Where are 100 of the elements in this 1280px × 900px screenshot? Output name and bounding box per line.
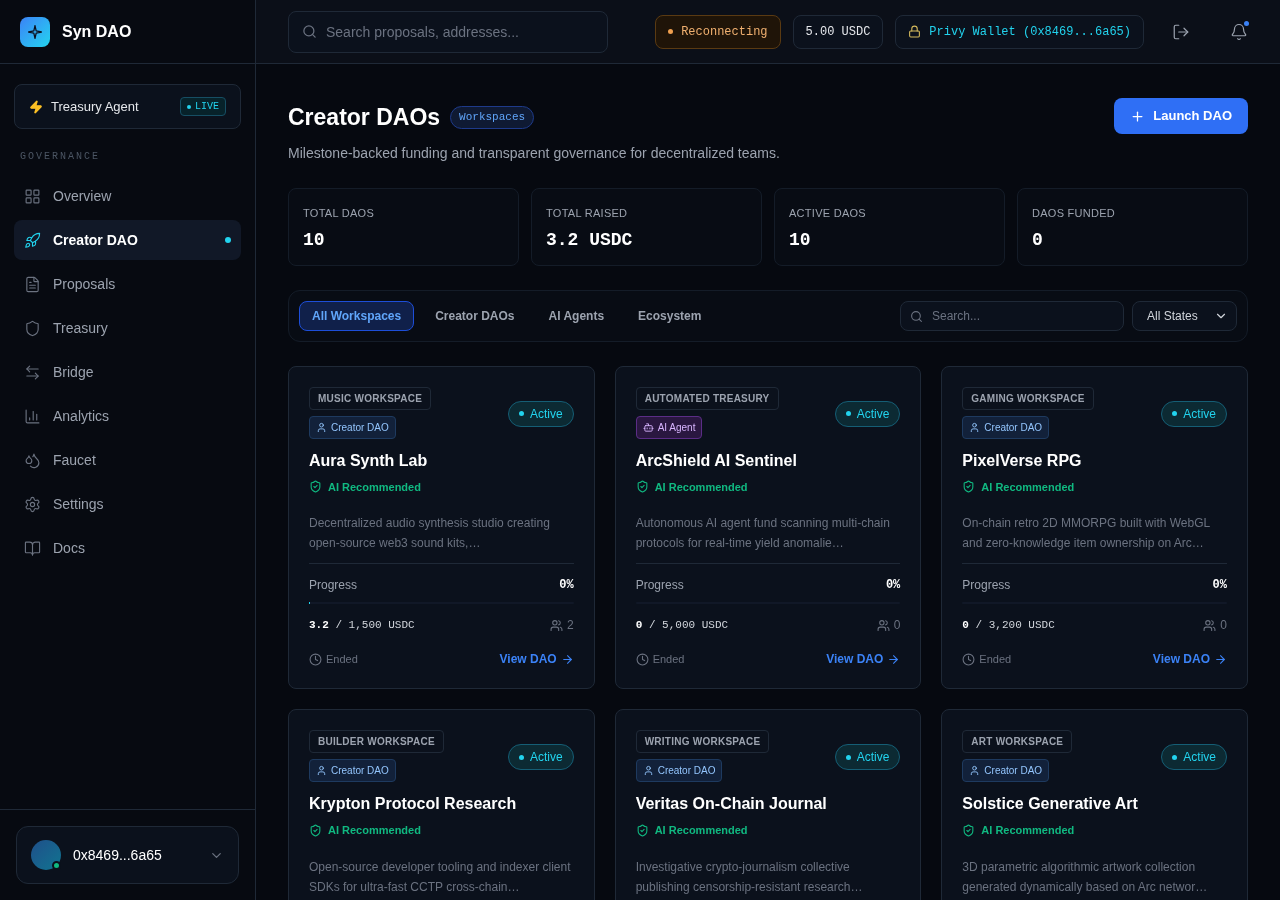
- sidebar-item[interactable]: Faucet: [14, 440, 241, 480]
- shield-check-icon: [635, 480, 649, 494]
- stat-value: 0: [1032, 229, 1044, 252]
- type-badge: Creator DAO: [962, 759, 1050, 782]
- document-icon: [24, 275, 41, 293]
- connection-status: Reconnecting: [655, 14, 781, 49]
- type-badge: Creator DAO: [635, 759, 723, 782]
- goal-amount: / 1,500 USDC: [335, 618, 415, 631]
- members-icon: [1203, 618, 1217, 632]
- recommended-label: AI Recommended: [981, 479, 1075, 495]
- raised-amount: 0: [635, 618, 643, 631]
- book-icon: [24, 539, 41, 557]
- brand-name: Syn DAO: [62, 21, 132, 42]
- stat-value: 3.2 USDC: [546, 229, 634, 252]
- status-badge: Active: [1161, 400, 1227, 427]
- droplets-icon: [24, 451, 41, 469]
- card-description: On-chain retro 2D MMORPG built with WebGL and zero-knowledge item ownership on Arc…: [962, 515, 1211, 552]
- type-badge: Creator DAO: [309, 415, 396, 439]
- sidebar-item[interactable]: Creator DAO: [14, 220, 241, 260]
- stat-label: TOTAL RAISED: [546, 205, 629, 221]
- goal-amount: / 5,000 USDC: [648, 618, 729, 631]
- person-icon: [969, 765, 981, 776]
- filter-tab[interactable]: Creator DAOs: [422, 300, 528, 331]
- wallet-button[interactable]: Privy Wallet (0x8469...6a65): [895, 14, 1144, 49]
- lock-icon: [908, 25, 922, 38]
- shield-check-icon: [962, 480, 976, 494]
- progress-label: Progress: [635, 577, 684, 594]
- account-switcher[interactable]: 0x8469...6a65: [16, 826, 239, 884]
- stat-value: 10: [789, 229, 812, 252]
- clock-icon: [635, 652, 649, 666]
- section-label: GOVERNANCE: [19, 150, 101, 164]
- search-icon: [910, 309, 923, 323]
- category-tag: ART WORKSPACE: [962, 730, 1073, 753]
- category-tag: BUILDER WORKSPACE: [309, 730, 444, 753]
- card-description: 3D parametric algorithmic artwork collection generated dynamically based on Arc networ…: [962, 858, 1209, 896]
- view-dao-link[interactable]: View DAO: [1152, 650, 1227, 668]
- raised-amount: 3.2: [309, 618, 329, 631]
- logout-icon[interactable]: [1172, 22, 1190, 41]
- workspaces-badge: Workspaces: [450, 106, 535, 129]
- card-description: Open-source developer tooling and indexer client SDKs for ultra-fast CCTP cross-chain…: [309, 858, 572, 896]
- grid-icon: [24, 187, 41, 205]
- card-description: Decentralized audio synthesis studio creating open-source web3 sound kits,…: [309, 515, 551, 552]
- card-description: Investigative crypto-journalism collective publishing censorship-resistant research…: [635, 858, 864, 896]
- view-dao-link[interactable]: View DAO: [499, 650, 574, 668]
- recommended-label: AI Recommended: [328, 479, 421, 495]
- status-badge: Active: [834, 744, 901, 770]
- live-badge: LIVE: [180, 97, 226, 116]
- agent-card[interactable]: Treasury Agent LIVE: [14, 84, 241, 129]
- lightning-icon: [29, 99, 43, 114]
- filter-tab[interactable]: All Workspaces: [299, 300, 415, 331]
- person-icon: [316, 765, 327, 776]
- filter-tab[interactable]: AI Agents: [535, 300, 618, 331]
- sidebar-item[interactable]: Settings: [14, 484, 241, 524]
- notifications-button[interactable]: [1230, 22, 1248, 41]
- raised-amount: 0: [962, 618, 969, 631]
- card-title: Krypton Protocol Research: [309, 794, 518, 814]
- sidebar-item[interactable]: Bridge: [14, 352, 241, 392]
- search-field[interactable]: Search proposals, addresses...: [288, 10, 608, 53]
- sidebar-item[interactable]: Docs: [14, 528, 241, 568]
- progress-percent: 0%: [1212, 577, 1227, 594]
- time-status: Ended: [979, 651, 1012, 667]
- card-title: Aura Synth Lab: [309, 450, 429, 471]
- sidebar-item[interactable]: Analytics: [14, 396, 241, 436]
- shield-check-icon: [635, 823, 649, 837]
- sidebar-item[interactable]: Treasury: [14, 308, 241, 348]
- card-title: PixelVerse RPG: [962, 450, 1083, 471]
- launch-dao-button[interactable]: Launch DAO: [1114, 98, 1248, 134]
- type-badge: Creator DAO: [309, 759, 396, 782]
- status-badge: Active: [507, 400, 574, 427]
- type-badge: Creator DAO: [962, 415, 1050, 439]
- status-badge: Active: [507, 744, 574, 770]
- progress-percent: 0%: [885, 577, 901, 594]
- progress-label: Progress: [309, 577, 358, 594]
- state-select[interactable]: All States: [1132, 300, 1237, 331]
- shield-icon: [24, 319, 41, 337]
- goal-amount: / 3,200 USDC: [975, 618, 1055, 631]
- sidebar-item[interactable]: Proposals: [14, 264, 241, 304]
- settings-icon: [24, 495, 41, 513]
- type-badge: AI Agent: [635, 415, 703, 439]
- status-badge: Active: [1161, 744, 1227, 770]
- search-icon: [302, 23, 317, 39]
- page-subtitle: Milestone-backed funding and transparent governance for decentralized teams.: [288, 143, 780, 163]
- category-tag: GAMING WORKSPACE: [962, 386, 1094, 410]
- stat-label: DAOS FUNDED: [1032, 205, 1117, 221]
- recommended-label: AI Recommended: [328, 823, 421, 838]
- sidebar-item[interactable]: Overview: [14, 176, 241, 216]
- robot-icon: [642, 421, 654, 433]
- avatar: [31, 840, 61, 870]
- members-count: 0: [893, 617, 901, 634]
- recommended-label: AI Recommended: [654, 823, 748, 838]
- members-count: 0: [1220, 617, 1227, 634]
- stat-label: TOTAL DAOS: [303, 205, 375, 221]
- filter-search-field[interactable]: Search...: [900, 300, 1124, 331]
- members-count: 2: [566, 617, 574, 634]
- view-dao-link[interactable]: View DAO: [826, 650, 901, 668]
- filter-tab[interactable]: Ecosystem: [625, 300, 715, 331]
- clock-icon: [309, 652, 322, 666]
- category-tag: AUTOMATED TREASURY: [635, 386, 779, 410]
- card-title: Veritas On-Chain Journal: [635, 794, 828, 814]
- card-description: Autonomous AI agent fund scanning multi-chain protocols for real-time yield anomalie…: [635, 515, 891, 552]
